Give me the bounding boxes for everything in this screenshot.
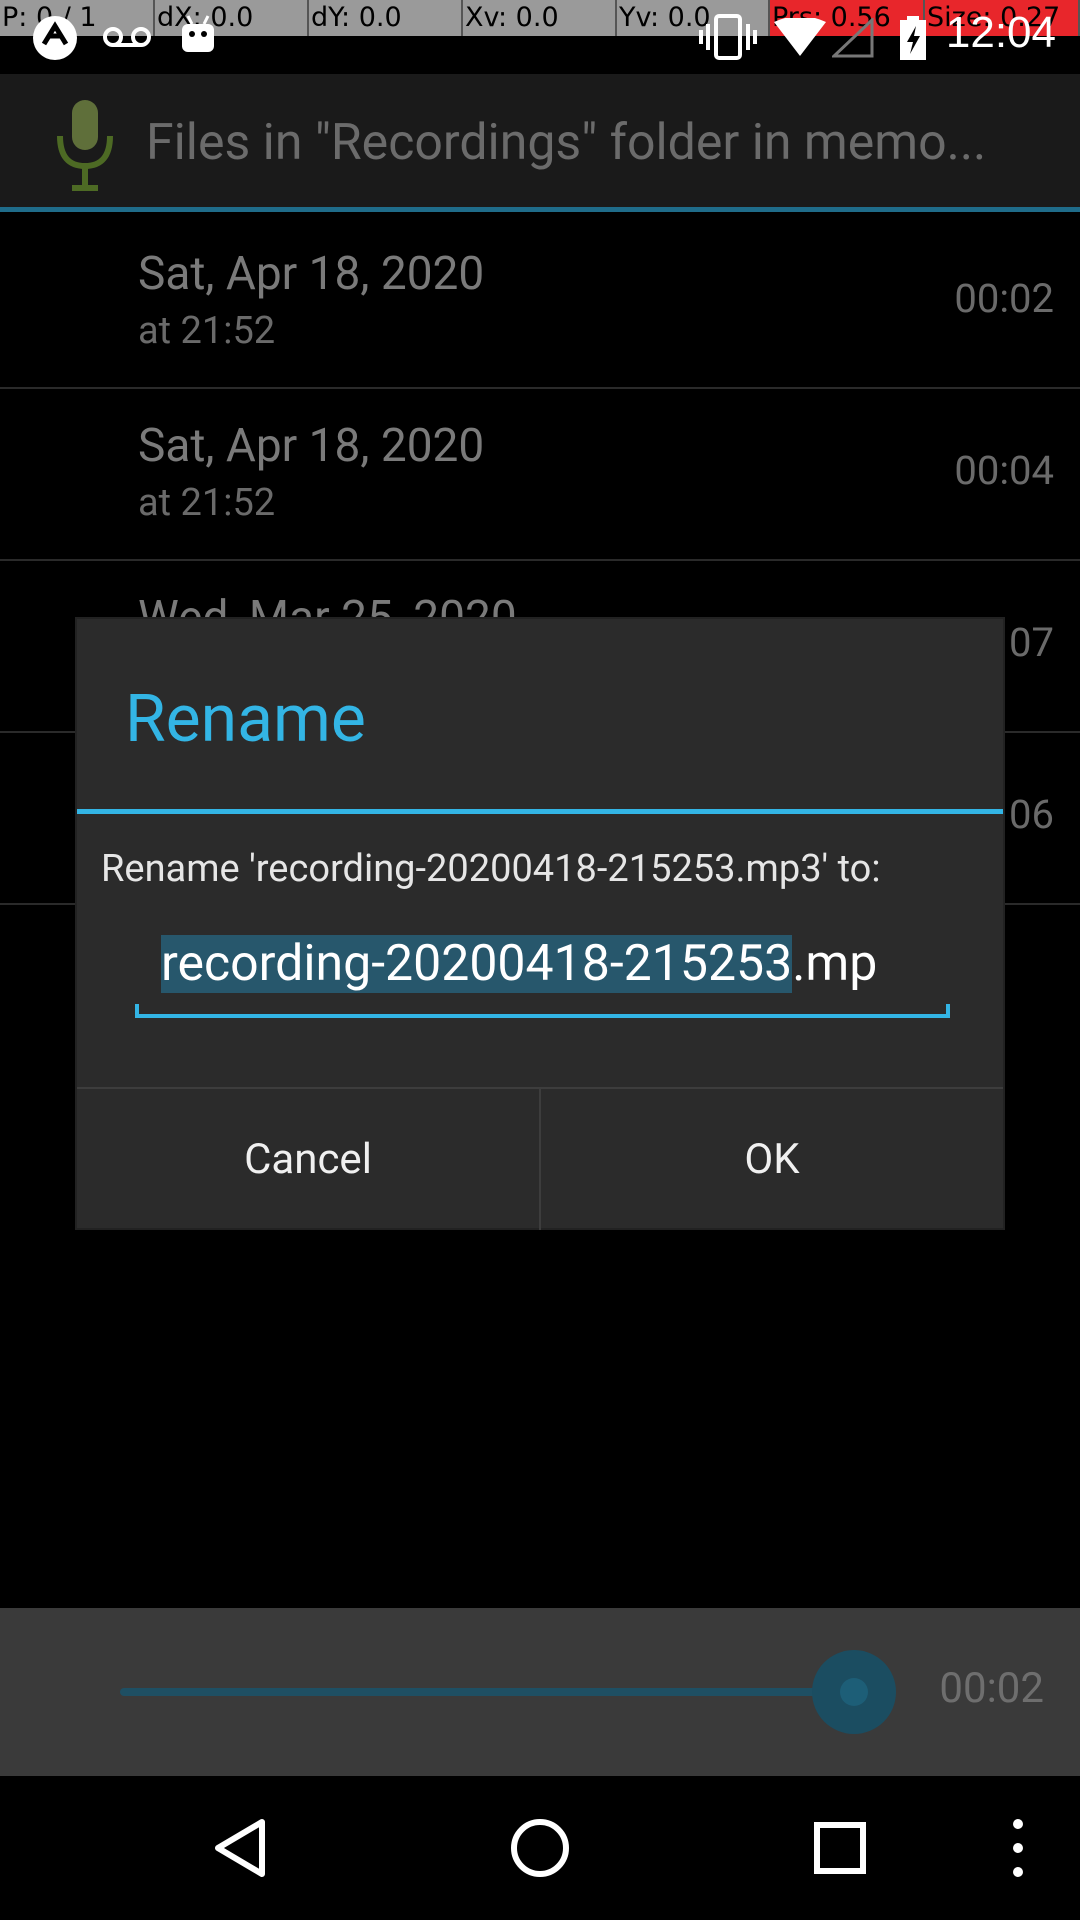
pointer-xv: Xv: 0.0 [463,0,617,36]
dialog-title-divider [77,809,1003,814]
page-title: Files in "Recordings" folder in memo... [146,114,987,172]
cancel-button[interactable]: Cancel [77,1089,539,1230]
recording-duration: 00:02 [954,275,1054,322]
recording-date: Sat, Apr 18, 2020 [138,419,485,473]
dialog-message: Rename 'recording-20200418-215253.mp3' t… [101,847,881,891]
pointer-location-bar: P: 0 / 1 dX: 0.0 dY: 0.0 Xv: 0.0 Yv: 0.0… [0,0,1080,36]
filename-selected-text: recording-20200418-215253 [161,935,793,993]
seek-thumb[interactable] [812,1650,896,1734]
recording-time: at 21:52 [138,309,276,353]
recording-duration: 00:04 [954,447,1054,494]
playback-bar: 00:02 [0,1608,1080,1776]
dialog-title: Rename [125,681,366,758]
overflow-menu-icon[interactable] [1006,1776,1030,1920]
recents-icon[interactable] [812,1776,868,1920]
action-bar: Files in "Recordings" folder in memo... [0,74,1080,212]
pointer-count: P: 0 / 1 [0,0,155,36]
list-item[interactable]: Sat, Apr 18, 2020 at 21:52 00:02 [0,217,1080,389]
filename-input[interactable]: recording-20200418-215253.mp [135,931,950,1011]
pointer-yv: Yv: 0.0 [617,0,770,36]
list-item[interactable]: Sat, Apr 18, 2020 at 21:52 00:04 [0,389,1080,561]
back-icon[interactable] [210,1776,270,1920]
pointer-pressure: Prs: 0.56 [770,0,925,36]
pointer-size: Size: 0.27 [925,0,1080,36]
recording-date: Sat, Apr 18, 2020 [138,247,485,301]
recording-time: at 21:52 [138,481,276,525]
microphone-icon [57,100,113,191]
ok-button[interactable]: OK [539,1089,1003,1230]
input-underline [135,1004,950,1018]
pointer-dx: dX: 0.0 [155,0,309,36]
dialog-button-bar: Cancel OK [77,1087,1003,1230]
pointer-dy: dY: 0.0 [309,0,463,36]
playback-time: 00:02 [939,1664,1044,1713]
home-icon[interactable] [508,1776,572,1920]
filename-extension-text: .mp [792,935,878,993]
navigation-bar [0,1776,1080,1920]
recording-duration: 06 [1009,791,1054,838]
rename-dialog: Rename Rename 'recording-20200418-215253… [75,617,1005,1230]
recording-duration: 07 [1009,619,1054,666]
seek-bar[interactable] [120,1688,855,1696]
